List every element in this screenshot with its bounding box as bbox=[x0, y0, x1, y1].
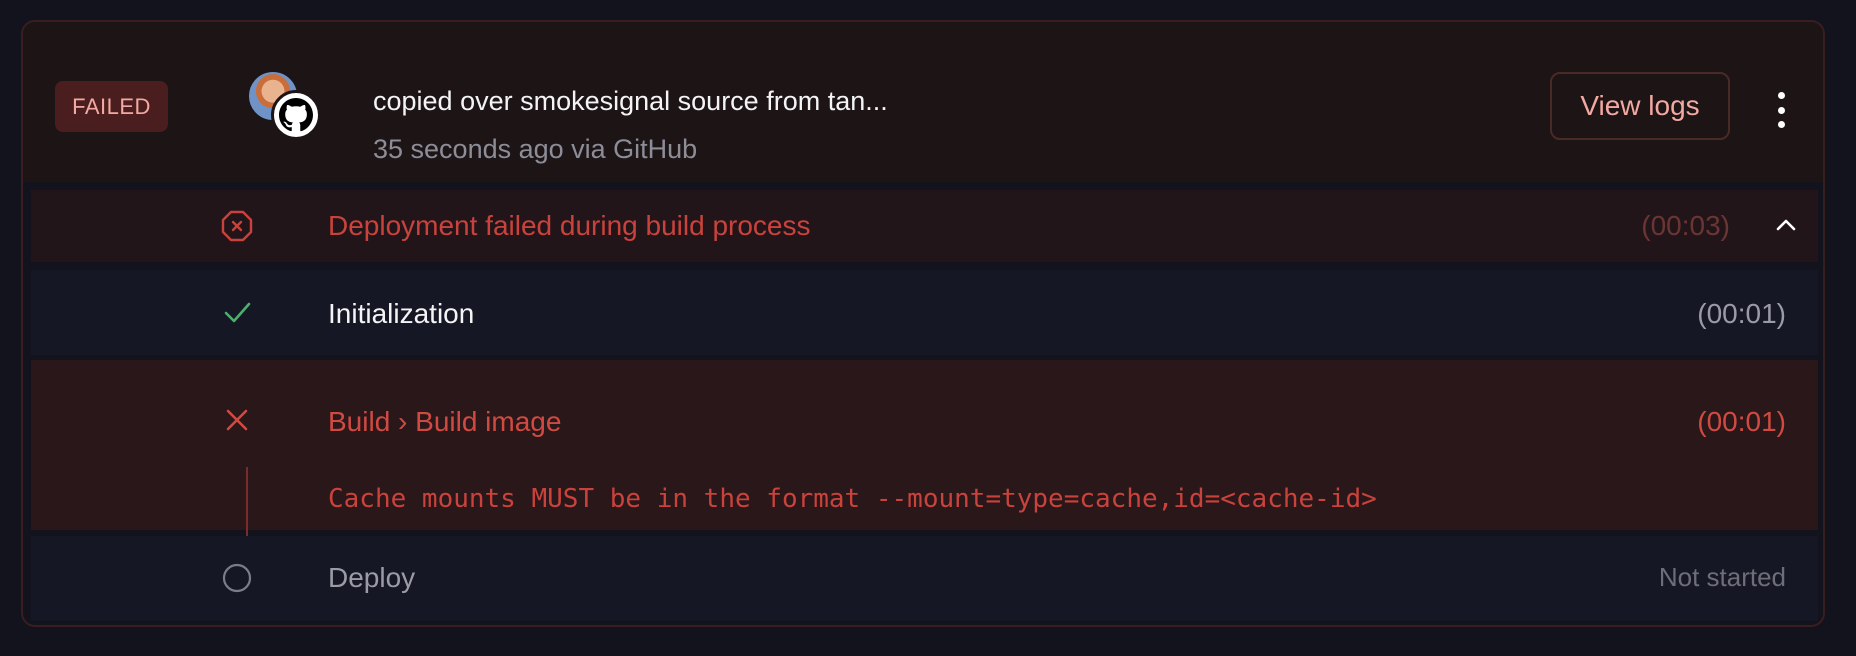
commit-title[interactable]: copied over smokesignal source from tan.… bbox=[373, 86, 888, 117]
error-octagon-icon bbox=[221, 210, 253, 242]
chevron-up-icon[interactable] bbox=[1771, 210, 1801, 240]
view-logs-button[interactable]: View logs bbox=[1550, 72, 1730, 140]
deployment-card: FAILED copied over smokesignal source fr… bbox=[21, 20, 1825, 627]
failure-summary-message: Deployment failed during build process bbox=[328, 210, 811, 241]
x-icon bbox=[226, 409, 248, 431]
failure-summary-duration: (00:03) bbox=[1641, 210, 1730, 241]
build-error-message: Cache mounts MUST be in the format --mou… bbox=[328, 484, 1377, 514]
failure-summary-row[interactable]: Deployment failed during build process (… bbox=[31, 190, 1818, 262]
kebab-menu-icon[interactable] bbox=[1771, 92, 1791, 128]
step-label: Deploy bbox=[328, 562, 416, 593]
step-row-build[interactable]: Build › Build image (00:01) Cache mounts… bbox=[31, 360, 1818, 537]
step-duration: (00:01) bbox=[1697, 298, 1786, 329]
deployment-header: FAILED copied over smokesignal source fr… bbox=[23, 22, 1823, 182]
commit-meta: 35 seconds ago via GitHub bbox=[373, 134, 698, 164]
step-duration: (00:01) bbox=[1697, 406, 1786, 437]
step-status: Not started bbox=[1658, 562, 1786, 592]
status-badge: FAILED bbox=[55, 81, 168, 132]
step-row-deploy[interactable]: Deploy Not started bbox=[31, 536, 1818, 621]
circle-icon bbox=[222, 563, 252, 593]
error-divider bbox=[246, 467, 248, 537]
step-row-initialization[interactable]: Initialization (00:01) bbox=[31, 270, 1818, 355]
step-label: Initialization bbox=[328, 298, 475, 329]
step-label: Build › Build image bbox=[328, 406, 562, 437]
github-icon bbox=[271, 90, 321, 140]
check-icon bbox=[224, 302, 251, 323]
